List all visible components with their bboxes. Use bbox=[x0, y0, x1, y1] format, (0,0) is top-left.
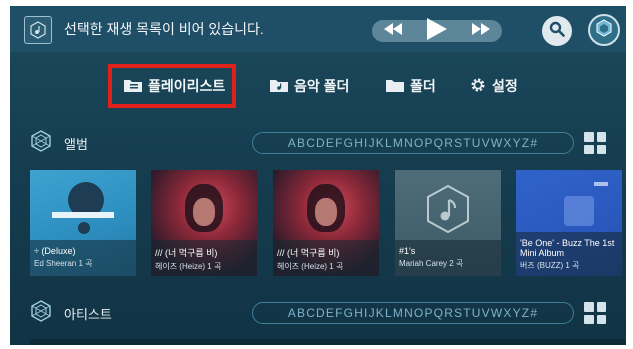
tab-folder[interactable]: 폴더 bbox=[386, 74, 436, 98]
album-artist: Ed Sheeran 1 곡 bbox=[34, 259, 93, 268]
artists-section-title: 아티스트 bbox=[64, 307, 112, 322]
album-info: /// (너 먹구름 비) 헤이즈 (Heize) 1 곡 bbox=[151, 240, 257, 276]
grid-view-icon[interactable] bbox=[584, 132, 606, 154]
album-card[interactable]: /// (너 먹구름 비) 헤이즈 (Heize) 1 곡 bbox=[151, 170, 257, 276]
album-title: /// (너 먹구름 비) bbox=[277, 248, 340, 258]
app-screen: 선택한 재생 목록이 비어 있습니다. 플레이리스트 음악 폴더 폴더 설정 앨… bbox=[10, 6, 626, 345]
album-info: /// (너 먹구름 비) 헤이즈 (Heize) 1 곡 bbox=[273, 240, 379, 276]
transport-controls bbox=[372, 16, 502, 46]
album-artist: 헤이즈 (Heize) 1 곡 bbox=[155, 262, 222, 271]
now-playing-album-icon[interactable] bbox=[24, 16, 52, 44]
search-icon bbox=[549, 21, 565, 42]
selected-tab-highlight bbox=[108, 64, 236, 108]
folder-icon bbox=[386, 78, 404, 95]
rewind-button[interactable] bbox=[378, 16, 408, 46]
album-artist: 헤이즈 (Heize) 1 곡 bbox=[277, 262, 344, 271]
artist-section-icon bbox=[28, 298, 54, 324]
artists-alphabet-index[interactable]: ABCDEFGHIJKLMNOPQRSTUVWXYZ# bbox=[252, 302, 574, 324]
albums-section-header: 앨범 ABCDEFGHIJKLMNOPQRSTUVWXYZ# bbox=[10, 128, 626, 158]
album-info: #1's Mariah Carey 2 곡 bbox=[395, 240, 501, 276]
album-section-icon bbox=[28, 128, 54, 154]
tab-label: 음악 폴더 bbox=[294, 78, 350, 94]
album-card[interactable]: ÷ (Deluxe) Ed Sheeran 1 곡 bbox=[30, 170, 136, 276]
album-title: ÷ (Deluxe) bbox=[34, 246, 76, 256]
artists-section-header: 아티스트 ABCDEFGHIJKLMNOPQRSTUVWXYZ# bbox=[10, 298, 626, 328]
play-icon bbox=[427, 17, 447, 45]
search-button[interactable] bbox=[542, 16, 572, 46]
rewind-icon bbox=[384, 22, 402, 40]
album-title: #1's bbox=[399, 246, 416, 256]
top-bar: 선택한 재생 목록이 비어 있습니다. bbox=[10, 6, 626, 52]
fast-forward-icon bbox=[472, 22, 490, 40]
album-artist: Mariah Carey 2 곡 bbox=[399, 259, 464, 268]
album-title: 'Be One' - Buzz The 1st Mini Album bbox=[520, 238, 615, 258]
play-button[interactable] bbox=[422, 16, 452, 46]
app-logo-icon bbox=[595, 18, 613, 42]
album-card[interactable]: /// (너 먹구름 비) 헤이즈 (Heize) 1 곡 bbox=[273, 170, 379, 276]
now-playing-status: 선택한 재생 목록이 비어 있습니다. bbox=[64, 21, 264, 37]
tab-settings[interactable]: 설정 bbox=[470, 74, 518, 98]
tab-label: 설정 bbox=[492, 78, 518, 94]
album-title: /// (너 먹구름 비) bbox=[155, 248, 218, 258]
album-info: 'Be One' - Buzz The 1st Mini Album 버즈 (B… bbox=[516, 232, 622, 276]
album-list: ÷ (Deluxe) Ed Sheeran 1 곡 /// (너 먹구름 비) … bbox=[30, 170, 626, 276]
library-tabs: 플레이리스트 음악 폴더 폴더 설정 bbox=[10, 64, 626, 108]
artist-list-peek bbox=[30, 339, 626, 345]
album-card[interactable]: #1's Mariah Carey 2 곡 bbox=[395, 170, 501, 276]
gear-icon bbox=[470, 77, 486, 96]
tab-music-folder[interactable]: 음악 폴더 bbox=[270, 74, 349, 98]
albums-section-title: 앨범 bbox=[64, 137, 88, 152]
grid-view-icon[interactable] bbox=[584, 302, 606, 324]
music-note-hexagon-icon bbox=[425, 184, 471, 239]
music-folder-icon bbox=[270, 78, 288, 95]
albums-alphabet-index[interactable]: ABCDEFGHIJKLMNOPQRSTUVWXYZ# bbox=[252, 132, 574, 154]
album-artist: 버즈 (BUZZ) 1 곡 bbox=[520, 261, 580, 270]
album-card[interactable]: 'Be One' - Buzz The 1st Mini Album 버즈 (B… bbox=[516, 170, 622, 276]
app-logo-button[interactable] bbox=[588, 14, 620, 46]
tab-label: 폴더 bbox=[410, 78, 436, 94]
album-info: ÷ (Deluxe) Ed Sheeran 1 곡 bbox=[30, 240, 136, 276]
fast-forward-button[interactable] bbox=[466, 16, 496, 46]
